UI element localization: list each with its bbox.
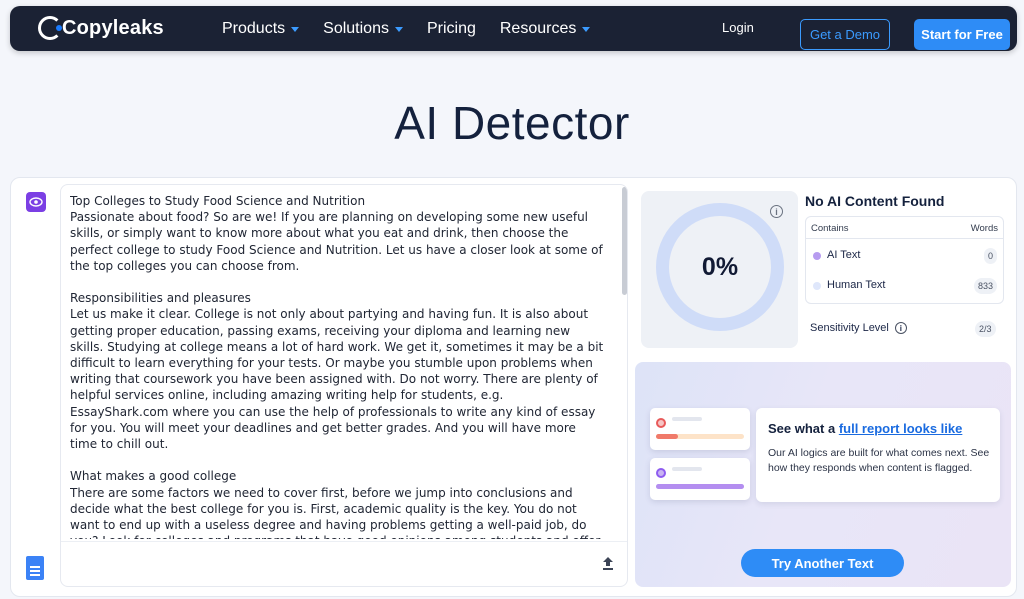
ai-percentage: 0% bbox=[701, 252, 739, 281]
nav-solutions[interactable]: Solutions bbox=[323, 20, 403, 38]
placeholder-line bbox=[672, 467, 702, 471]
human-dot-icon bbox=[813, 282, 821, 290]
header-words: Words bbox=[970, 223, 998, 234]
try-another-text-button[interactable]: Try Another Text bbox=[741, 549, 904, 577]
paragraph-body: Let us make it clear. College is not onl… bbox=[70, 307, 604, 452]
table-row-human: Human Text 833 bbox=[806, 271, 1003, 301]
row-count: 833 bbox=[973, 278, 997, 294]
promo-body: Our AI logics are built for what comes n… bbox=[768, 447, 990, 474]
upload-icon[interactable] bbox=[600, 555, 616, 571]
promo-heading: See what a full report looks like bbox=[768, 421, 962, 436]
flag-dot-icon bbox=[656, 418, 666, 428]
paragraph-heading: Top Colleges to Study Food Science and N… bbox=[70, 194, 366, 208]
result-table: Contains Words AI Text 0 Human Text 833 bbox=[805, 216, 1004, 304]
nav-pricing[interactable]: Pricing bbox=[427, 20, 476, 38]
table-row-ai: AI Text 0 bbox=[806, 241, 1003, 271]
chevron-down-icon bbox=[582, 27, 591, 32]
editor-text[interactable]: Top Colleges to Study Food Science and N… bbox=[70, 193, 605, 539]
google-docs-icon[interactable] bbox=[26, 556, 44, 580]
chevron-down-icon bbox=[291, 27, 300, 32]
editor-divider bbox=[61, 541, 627, 542]
eye-icon[interactable] bbox=[26, 192, 46, 212]
ai-dot-icon bbox=[656, 468, 666, 478]
sensitivity-text: Sensitivity Level bbox=[810, 322, 889, 334]
paragraph-body: There are some factors we need to cover … bbox=[70, 485, 600, 539]
sensitivity-value[interactable]: 2/3 bbox=[975, 321, 996, 337]
ai-dot-icon bbox=[813, 252, 821, 260]
sample-bar bbox=[656, 484, 744, 489]
nav-products-label: Products bbox=[222, 19, 286, 37]
table-header: Contains Words bbox=[806, 217, 1003, 239]
promo-heading-prefix: See what a bbox=[768, 421, 839, 436]
logo-mark-icon bbox=[38, 16, 62, 40]
verdict-text: No AI Content Found bbox=[805, 193, 945, 209]
info-icon[interactable]: i bbox=[770, 205, 783, 218]
score-ring: 0% bbox=[656, 203, 784, 331]
sample-report-card bbox=[650, 408, 750, 450]
text-editor[interactable]: Top Colleges to Study Food Science and N… bbox=[60, 184, 628, 587]
report-promo: See what a full report looks like Our AI… bbox=[635, 362, 1011, 587]
paragraph-heading: What makes a good college bbox=[70, 469, 237, 484]
nav-products[interactable]: Products bbox=[222, 19, 300, 38]
nav-solutions-label: Solutions bbox=[323, 19, 389, 37]
sample-bar bbox=[656, 434, 744, 439]
nav-pricing-label: Pricing bbox=[426, 19, 476, 37]
chevron-down-icon bbox=[394, 27, 403, 32]
nav-resources[interactable]: Resources bbox=[499, 19, 591, 38]
page-title: AI Detector bbox=[394, 97, 630, 149]
header-contains: Contains bbox=[811, 223, 849, 234]
sensitivity-info-icon[interactable]: i bbox=[894, 322, 907, 334]
nav-resources-label: Resources bbox=[499, 19, 577, 37]
login-link[interactable]: Login bbox=[722, 20, 754, 35]
paragraph-body: Passionate about food? So are we! If you… bbox=[70, 210, 603, 273]
row-label: AI Text bbox=[827, 249, 861, 261]
logo-text: Copyleaks bbox=[62, 16, 164, 39]
paragraph-heading: Responsibilities and pleasures bbox=[70, 291, 251, 306]
get-demo-button[interactable]: Get a Demo bbox=[800, 19, 890, 50]
sample-report-card bbox=[650, 458, 750, 500]
row-count: 0 bbox=[983, 248, 997, 264]
promo-box: See what a full report looks like Our AI… bbox=[756, 408, 1000, 502]
start-free-button[interactable]: Start for Free bbox=[914, 19, 1010, 50]
copyleaks-logo[interactable]: Copyleaks bbox=[38, 16, 164, 40]
nav-links: Products Solutions Pricing Resources bbox=[222, 6, 591, 51]
score-panel: 0% i bbox=[641, 191, 798, 348]
row-label: Human Text bbox=[827, 279, 886, 291]
full-report-link[interactable]: full report looks like bbox=[839, 421, 963, 436]
placeholder-line bbox=[672, 417, 702, 421]
editor-scrollbar[interactable] bbox=[622, 187, 627, 295]
top-navbar: Copyleaks Products Solutions Pricing Res… bbox=[10, 6, 1017, 51]
sensitivity-label: Sensitivity Level i bbox=[810, 322, 907, 334]
